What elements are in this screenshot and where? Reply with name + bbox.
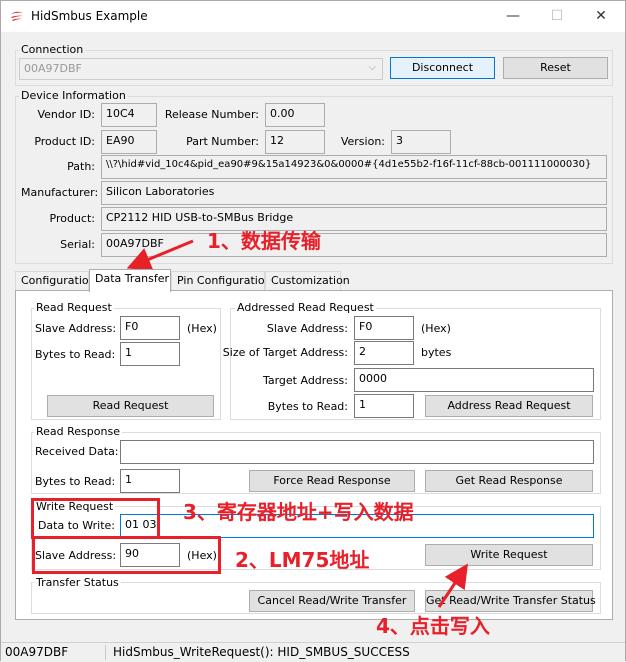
app-window: HidSmbus Example — ☐ ✕ Connection 00A97D… [0, 0, 626, 661]
annotation-arrow-icon [126, 239, 468, 608]
tab-data-transfer[interactable]: Data Transfer [89, 269, 171, 292]
